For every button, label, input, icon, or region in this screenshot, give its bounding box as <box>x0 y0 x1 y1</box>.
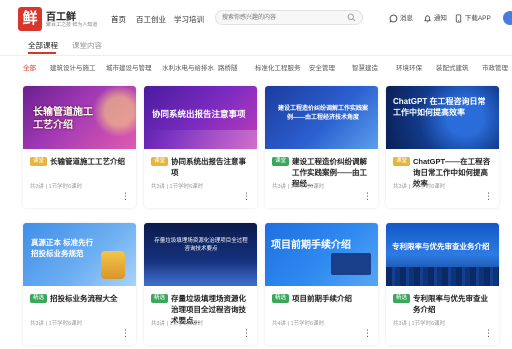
thumbnail-title: 存量垃圾填埋场资源化治理项目全过程咨询技术要点 <box>154 238 248 252</box>
search-icon[interactable] <box>347 13 356 22</box>
filter-all[interactable]: 全部 <box>23 62 36 72</box>
thumbnail-title: 长输管道施工工艺介绍 <box>33 107 93 131</box>
course-meta: 共3讲 | 1节学时6课时 <box>393 321 446 327</box>
course-card[interactable]: 专利限率与优先审查业务介绍 精选 专利限率与优先审查业务介绍 共3讲 | 1节学… <box>386 223 499 345</box>
filter-smart[interactable]: 智慧建造 <box>352 62 378 72</box>
course-card[interactable]: 项目前期手续介绍 精选 项目前期手续介绍 共4讲 | 1节学时6课时 ⋮ <box>265 223 378 345</box>
tab-divider <box>0 55 512 56</box>
course-card[interactable]: ChatGPT 在工程咨询日常工作中如何提高效率 课堂 ChatGPT——在工程… <box>386 86 499 208</box>
course-thumbnail[interactable]: 真源正本 标准先行 招投标业务规范 <box>23 223 136 286</box>
filter-standard[interactable]: 标准化工程服务 <box>255 62 301 72</box>
avatar[interactable] <box>503 11 512 25</box>
course-card[interactable]: 真源正本 标准先行 招投标业务规范 精选 招投标业务流程大全 共3讲 | 1节学… <box>23 223 136 345</box>
phone-icon <box>455 14 462 23</box>
filter-safety[interactable]: 安全管理 <box>309 62 335 72</box>
course-card[interactable]: 建设工程造价纠纷调解工作实践案例——由工程经济技术角度 课堂 建设工程造价纠纷调… <box>265 86 378 208</box>
filter-municipal[interactable]: 市政管理 <box>482 62 508 72</box>
filter-road[interactable]: 路桥隧 <box>218 62 238 72</box>
course-badge: 课堂 <box>393 157 411 166</box>
thumbnail-title: 建设工程造价纠纷调解工作实践案例——由工程经济技术角度 <box>277 106 368 121</box>
more-options-icon[interactable]: ⋮ <box>484 329 493 338</box>
course-meta: 共3讲 | 1节学时6课时 <box>272 184 325 190</box>
logo-icon[interactable]: 鲜 <box>18 7 42 31</box>
course-badge: 精选 <box>272 294 290 303</box>
more-options-icon[interactable]: ⋮ <box>242 329 251 338</box>
message-icon <box>389 14 398 23</box>
course-thumbnail[interactable]: 建设工程造价纠纷调解工作实践案例——由工程经济技术角度 <box>265 86 378 149</box>
course-badge: 课堂 <box>30 157 48 166</box>
course-meta: 共3讲 | 1节学时6课时 <box>30 321 83 327</box>
thumbnail-title: 真源正本 标准先行 招投标业务规范 <box>31 238 94 258</box>
notification-link[interactable]: 通知 <box>423 12 447 24</box>
course-meta: 共3讲 | 1节学时6课时 <box>393 184 446 190</box>
course-badge: 课堂 <box>272 157 290 166</box>
filter-prefab[interactable]: 装配式建筑 <box>436 62 469 72</box>
thumbnail-title: 专利限率与优先审查业务介绍 <box>392 242 490 251</box>
thumbnail-title: 协同系统出报告注意事项 <box>152 109 246 119</box>
notification-label: 通知 <box>433 15 447 22</box>
filter-environment[interactable]: 环境环保 <box>396 62 422 72</box>
thumbnail-title: 项目前期手续介绍 <box>271 240 351 251</box>
course-thumbnail[interactable]: 项目前期手续介绍 <box>265 223 378 286</box>
search-bar[interactable] <box>215 10 363 25</box>
course-meta: 共3讲 | 1节学时6课时 <box>30 184 83 190</box>
course-card[interactable]: 协同系统出报告注意事项 课堂 协同系统出报告注意事项 共3讲 | 1节学时6课时… <box>144 86 257 208</box>
course-thumbnail[interactable]: ChatGPT 在工程咨询日常工作中如何提高效率 <box>386 86 499 149</box>
tab-class-content[interactable]: 课堂内容 <box>72 40 102 51</box>
more-options-icon[interactable]: ⋮ <box>121 192 130 201</box>
course-badge: 精选 <box>151 294 169 303</box>
course-title[interactable]: 专利限率与优先审查业务介绍 <box>413 293 495 315</box>
thumbnail-decoration <box>144 263 257 286</box>
more-options-icon[interactable]: ⋮ <box>484 192 493 201</box>
course-title[interactable]: 招投标业务流程大全 <box>50 293 132 304</box>
nav-training[interactable]: 学习培训 <box>174 14 204 25</box>
filter-architecture[interactable]: 建筑设计与施工 <box>50 62 96 72</box>
more-options-icon[interactable]: ⋮ <box>121 329 130 338</box>
course-badge: 精选 <box>393 294 411 303</box>
nav-home[interactable]: 首页 <box>111 14 126 25</box>
tab-all-courses[interactable]: 全部课程 <box>28 40 58 51</box>
course-card[interactable]: 存量垃圾填埋场资源化治理项目全过程咨询技术要点 精选 存量垃圾填埋场资源化治理项… <box>144 223 257 345</box>
course-title[interactable]: 协同系统出报告注意事项 <box>171 156 253 178</box>
course-meta: 共4讲 | 1节学时6课时 <box>272 321 325 327</box>
more-options-icon[interactable]: ⋮ <box>242 192 251 201</box>
nav-entrepreneurship[interactable]: 百工创业 <box>136 14 166 25</box>
download-app-label: 下载APP <box>464 15 491 22</box>
search-input[interactable] <box>222 13 340 22</box>
course-thumbnail[interactable]: 长输管道施工工艺介绍 <box>23 86 136 149</box>
download-app-link[interactable]: 下载APP <box>454 12 491 24</box>
top-header: 鲜 百工鲜 聚百工之技 鲜为人知道 首页 百工创业 学习培训 消息 通知 下载A… <box>0 0 512 38</box>
thumbnail-title: ChatGPT 在工程咨询日常工作中如何提高效率 <box>393 97 486 117</box>
thumbnail-decoration <box>331 253 371 275</box>
message-label: 消息 <box>399 15 413 22</box>
course-thumbnail[interactable]: 存量垃圾填埋场资源化治理项目全过程咨询技术要点 <box>144 223 257 286</box>
course-card[interactable]: 长输管道施工工艺介绍 课堂 长输管道施工工艺介绍 共3讲 | 1节学时6课时 ⋮ <box>23 86 136 208</box>
course-badge: 课堂 <box>151 157 169 166</box>
course-thumbnail[interactable]: 专利限率与优先审查业务介绍 <box>386 223 499 286</box>
course-title[interactable]: 长输管道施工工艺介绍 <box>50 156 132 167</box>
thumbnail-decoration <box>386 267 499 286</box>
course-meta: 共3讲 | 1节学时6课时 <box>151 184 204 190</box>
bell-icon <box>424 15 431 23</box>
course-meta: 共3讲 | 1节学时6课时 <box>151 321 204 327</box>
filter-urban[interactable]: 城市建设与管理 <box>106 62 152 72</box>
more-options-icon[interactable]: ⋮ <box>363 329 372 338</box>
course-title[interactable]: 项目前期手续介绍 <box>292 293 374 304</box>
course-thumbnail[interactable]: 协同系统出报告注意事项 <box>144 86 257 149</box>
filter-water[interactable]: 水利水电与给排水 <box>162 62 214 72</box>
course-badge: 精选 <box>30 294 48 303</box>
message-link[interactable]: 消息 <box>389 12 413 24</box>
more-options-icon[interactable]: ⋮ <box>363 192 372 201</box>
logo-slogan: 聚百工之技 鲜为人知道 <box>46 22 98 28</box>
tab-active-indicator <box>28 52 56 54</box>
thumbnail-decoration <box>144 130 257 149</box>
thumbnail-decoration <box>101 251 125 279</box>
